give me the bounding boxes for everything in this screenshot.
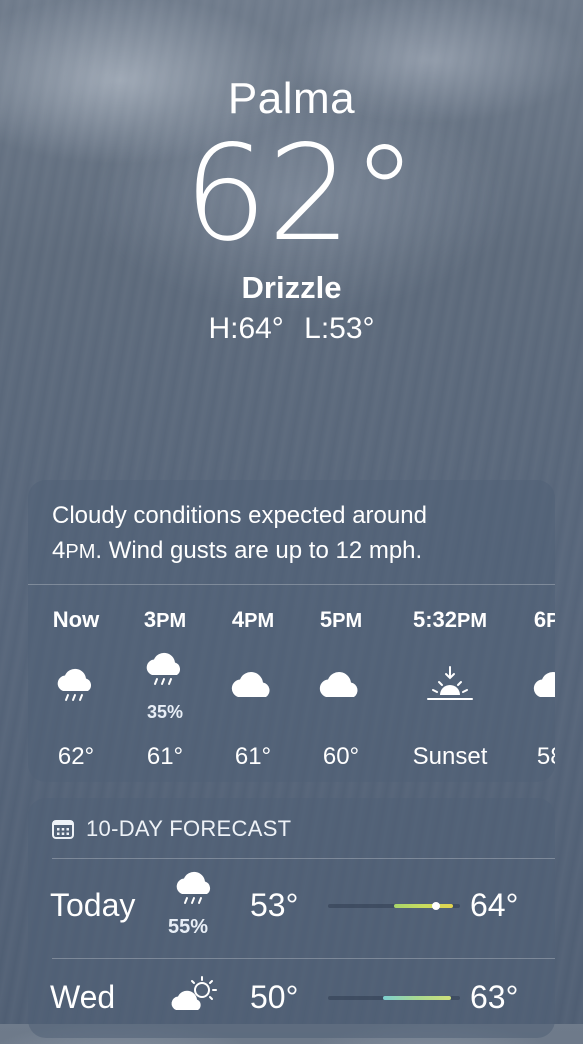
current-temp-marker: [432, 902, 441, 910]
forecast-row-today[interactable]: Today 55% 53° 64°: [28, 866, 555, 946]
day-high: 63°: [470, 979, 519, 1015]
summary-time-suffix: PM: [65, 541, 96, 563]
forecast-row-wed[interactable]: Wed 50° 63°: [28, 964, 555, 1044]
day-label: Wed: [50, 979, 116, 1015]
hourly-summary: Cloudy conditions expected around 4PM. W…: [28, 480, 555, 585]
hour-precip: 35%: [146, 702, 184, 722]
hour-time: 3: [143, 607, 157, 632]
hour-temp: 58°: [536, 743, 555, 770]
hour-time-suffix: PM: [332, 610, 363, 632]
cloud-icon: [231, 672, 270, 697]
day-high: 64°: [470, 887, 519, 923]
low-temp: L:53°: [304, 312, 375, 345]
hour-temp: 62°: [57, 743, 95, 770]
day-precip: 55%: [168, 916, 209, 938]
hourly-scroll[interactable]: Now 62° 3PM 35% 61° 4PM 61° 5PM 60° 5:32…: [28, 585, 555, 785]
hour-time: 6: [533, 607, 547, 632]
hour-temp: 60°: [322, 743, 360, 770]
temperature-range-fill: [394, 904, 454, 908]
divider: [52, 958, 555, 959]
hour-time-suffix: PM: [156, 610, 187, 632]
sunset-icon: [427, 666, 473, 700]
temperature-range-bar: [328, 902, 460, 910]
calendar-icon: [52, 820, 74, 839]
hour-time: 5:32: [412, 607, 458, 632]
hour-time: 5: [319, 607, 333, 632]
forecast-header: 10-DAY FORECAST: [52, 816, 291, 842]
hour-time-suffix: PM: [244, 610, 275, 632]
hour-temp: 61°: [146, 743, 184, 770]
high-low: H:64° L:53°: [0, 310, 583, 348]
cloud-icon: [533, 672, 555, 697]
rain-cloud-icon: [57, 668, 92, 701]
hour-time: Now: [52, 607, 100, 632]
high-temp: H:64°: [208, 312, 284, 345]
hour-temp: Sunset: [412, 743, 488, 770]
summary-line-1: Cloudy conditions expected around: [52, 502, 427, 529]
hourly-forecast-card[interactable]: Cloudy conditions expected around 4PM. W…: [28, 480, 555, 782]
hour-time-suffix: PM: [546, 610, 555, 632]
partly-sunny-icon: [171, 976, 217, 1010]
hour-time: 4: [231, 607, 245, 632]
hour-time-suffix: PM: [457, 610, 488, 632]
ten-day-forecast-card[interactable]: 10-DAY FORECAST Today 55% 53° 64° Wed 50…: [28, 798, 555, 1038]
current-temperature: 62°: [183, 117, 418, 271]
temperature-range-bar: [328, 996, 460, 1000]
summary-time: 4: [52, 537, 66, 564]
rain-cloud-icon: [176, 871, 211, 904]
rain-cloud-icon: [146, 652, 181, 685]
day-low: 50°: [250, 979, 299, 1015]
forecast-title: 10-DAY FORECAST: [86, 816, 292, 841]
current-conditions: Palma 62° Drizzle H:64° L:53°: [0, 70, 583, 348]
day-label: Today: [50, 887, 136, 923]
hour-temp: 61°: [234, 743, 272, 770]
day-low: 53°: [250, 887, 299, 923]
cloud-icon: [319, 672, 358, 697]
divider: [52, 858, 555, 859]
summary-line-2: . Wind gusts are up to 12 mph.: [95, 537, 423, 564]
temperature-range-fill: [383, 996, 451, 1000]
condition-label: Drizzle: [241, 270, 342, 305]
